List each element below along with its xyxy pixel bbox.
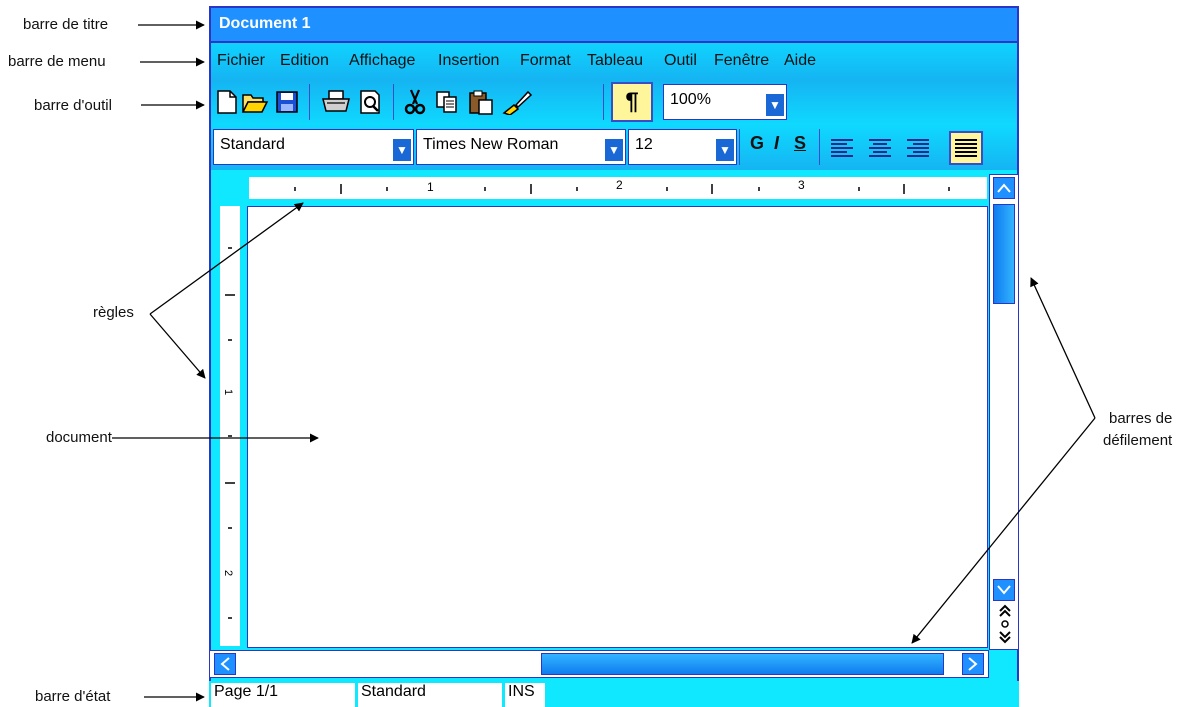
arrow-hscroll xyxy=(911,417,1096,644)
arrow-ruler-h xyxy=(149,202,304,315)
annotation-arrows xyxy=(112,20,1096,702)
arrow-ruler-v xyxy=(149,313,206,379)
arrow-vscroll xyxy=(1030,277,1096,419)
